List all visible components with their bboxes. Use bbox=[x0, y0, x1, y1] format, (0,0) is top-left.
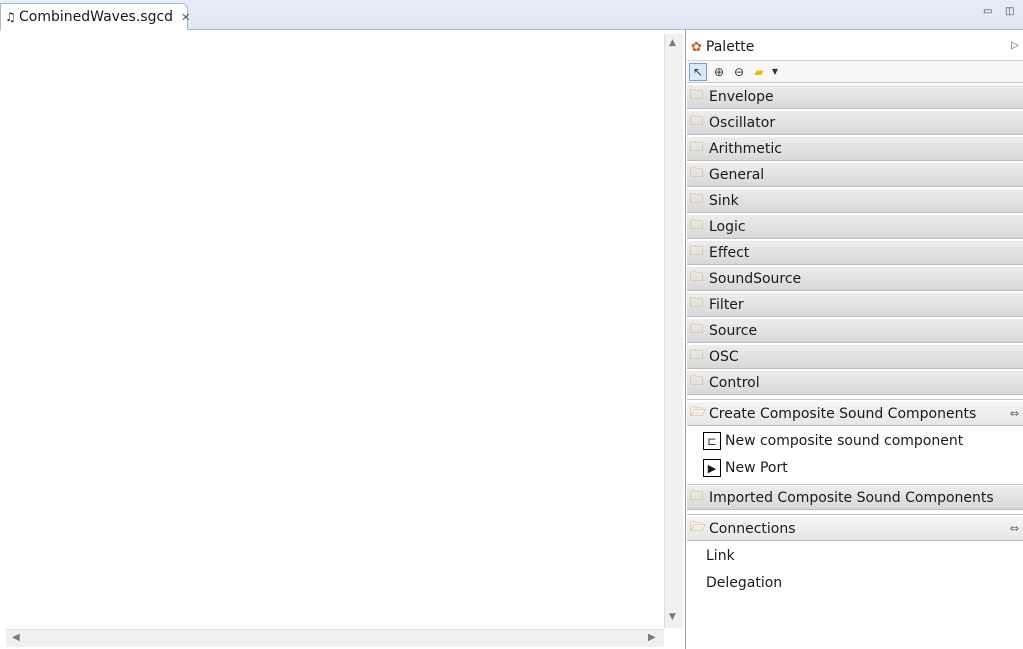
drawer-label: Sink bbox=[709, 192, 739, 209]
drawer-label: Imported Composite Sound Components bbox=[709, 489, 994, 506]
folder-icon: 🗀 bbox=[690, 488, 704, 504]
music-note-icon: ♫ bbox=[5, 10, 16, 24]
zoom-in-icon[interactable]: ⊕ bbox=[711, 65, 727, 79]
folder-icon: 🗀 bbox=[690, 87, 704, 103]
entry-delegation[interactable]: Delegation bbox=[706, 575, 782, 591]
drawer-label: Create Composite Sound Components bbox=[709, 405, 977, 422]
palette-separator bbox=[687, 514, 1023, 515]
drawer-label: Source bbox=[709, 322, 758, 339]
drawer-label: Effect bbox=[709, 244, 750, 261]
close-icon[interactable]: ✕ bbox=[181, 11, 190, 24]
drawer-label: Connections bbox=[709, 520, 796, 537]
drawer-source[interactable]: 🗀 Source bbox=[687, 319, 1023, 343]
drawer-sink[interactable]: 🗀 Sink bbox=[687, 189, 1023, 213]
tab-combined-waves[interactable]: ♫ CombinedWaves.sgcd ✕ bbox=[0, 3, 190, 30]
folder-icon: 🗀 bbox=[690, 113, 704, 129]
drawer-label: Arithmetic bbox=[709, 140, 782, 157]
palette-header[interactable]: ✿ Palette ▷ bbox=[687, 34, 1023, 60]
note-tool-icon[interactable]: ▰ bbox=[751, 65, 767, 79]
editor-tab-bar: ♫ CombinedWaves.sgcd ✕ ▭ ◫ bbox=[0, 0, 1023, 30]
entry-label: New Port bbox=[725, 460, 788, 476]
tab-title: CombinedWaves.sgcd bbox=[19, 9, 174, 25]
maximize-icon[interactable]: ◫ bbox=[1005, 6, 1014, 17]
composite-component-icon: ⊏ bbox=[703, 432, 721, 450]
drawer-logic[interactable]: 🗀 Logic bbox=[687, 215, 1023, 239]
folder-icon: 🗀 bbox=[690, 217, 704, 233]
drawer-label: Oscillator bbox=[709, 114, 776, 131]
folder-icon: 🗀 bbox=[690, 373, 704, 389]
drawer-osc[interactable]: 🗀 OSC bbox=[687, 345, 1023, 369]
collapse-palette-icon[interactable]: ▷ bbox=[1011, 40, 1019, 51]
drawer-label: Filter bbox=[709, 296, 744, 313]
palette-separator bbox=[687, 399, 1023, 400]
folder-icon: 🗀 bbox=[690, 347, 704, 363]
folder-icon: 🗀 bbox=[690, 269, 704, 285]
palette-panel: ✿ Palette ▷ ↖ ⊕ ⊖ ▰ ▼ 🗀 Envelope 🗀 Oscil… bbox=[687, 30, 1023, 649]
zoom-out-icon[interactable]: ⊖ bbox=[731, 65, 747, 79]
entry-link[interactable]: Link bbox=[706, 548, 735, 564]
drawer-create-composite[interactable]: 🗁 Create Composite Sound Components ⇔ bbox=[687, 402, 1023, 426]
dropdown-arrow-icon[interactable]: ▼ bbox=[771, 67, 779, 76]
drawer-label: General bbox=[709, 166, 765, 183]
folder-icon: 🗀 bbox=[690, 321, 704, 337]
drawer-general[interactable]: 🗀 General bbox=[687, 163, 1023, 187]
palette-icon: ✿ bbox=[691, 39, 702, 55]
drawer-connections[interactable]: 🗁 Connections ⇔ bbox=[687, 517, 1023, 541]
folder-icon: 🗁 bbox=[690, 519, 707, 535]
folder-icon: 🗀 bbox=[690, 139, 704, 155]
drawer-control[interactable]: 🗀 Control bbox=[687, 371, 1023, 395]
vertical-scrollbar[interactable]: ▲ ▼ bbox=[664, 34, 683, 628]
drawer-soundsource[interactable]: 🗀 SoundSource bbox=[687, 267, 1023, 291]
scroll-up-icon[interactable]: ▲ bbox=[669, 38, 676, 48]
entry-new-port[interactable]: ▶ New Port bbox=[703, 457, 788, 479]
drawer-imported-composite[interactable]: 🗀 Imported Composite Sound Components bbox=[687, 486, 1023, 510]
port-icon: ▶ bbox=[703, 459, 721, 477]
drawer-label: SoundSource bbox=[709, 270, 802, 287]
diagram-canvas[interactable] bbox=[0, 30, 686, 649]
horizontal-scrollbar[interactable]: ◀ ▶ bbox=[6, 629, 664, 647]
scroll-down-icon[interactable]: ▼ bbox=[669, 612, 676, 622]
pin-icon[interactable]: ⇔ bbox=[1010, 522, 1019, 535]
scroll-right-icon[interactable]: ▶ bbox=[648, 632, 656, 643]
minimize-icon[interactable]: ▭ bbox=[983, 6, 992, 17]
select-tool-icon[interactable]: ↖ bbox=[689, 62, 707, 81]
drawer-envelope[interactable]: 🗀 Envelope bbox=[687, 85, 1023, 109]
drawer-label: Logic bbox=[709, 218, 746, 235]
palette-title: Palette bbox=[705, 39, 755, 55]
drawer-arithmetic[interactable]: 🗀 Arithmetic bbox=[687, 137, 1023, 161]
entry-label: New composite sound component bbox=[725, 433, 964, 449]
drawer-label: Envelope bbox=[709, 88, 774, 105]
palette-toolbar: ↖ ⊕ ⊖ ▰ ▼ bbox=[687, 60, 1023, 83]
folder-icon: 🗀 bbox=[690, 295, 704, 311]
drawer-filter[interactable]: 🗀 Filter bbox=[687, 293, 1023, 317]
drawer-effect[interactable]: 🗀 Effect bbox=[687, 241, 1023, 265]
pin-icon[interactable]: ⇔ bbox=[1010, 407, 1019, 420]
folder-icon: 🗁 bbox=[690, 404, 707, 420]
folder-icon: 🗀 bbox=[690, 243, 704, 259]
entry-new-composite[interactable]: ⊏ New composite sound component bbox=[703, 430, 963, 452]
drawer-label: OSC bbox=[709, 348, 739, 365]
palette-separator bbox=[687, 484, 1023, 485]
scroll-left-icon[interactable]: ◀ bbox=[12, 632, 20, 643]
folder-icon: 🗀 bbox=[690, 165, 704, 181]
folder-icon: 🗀 bbox=[690, 191, 704, 207]
drawer-label: Control bbox=[709, 374, 760, 391]
drawer-oscillator[interactable]: 🗀 Oscillator bbox=[687, 111, 1023, 135]
